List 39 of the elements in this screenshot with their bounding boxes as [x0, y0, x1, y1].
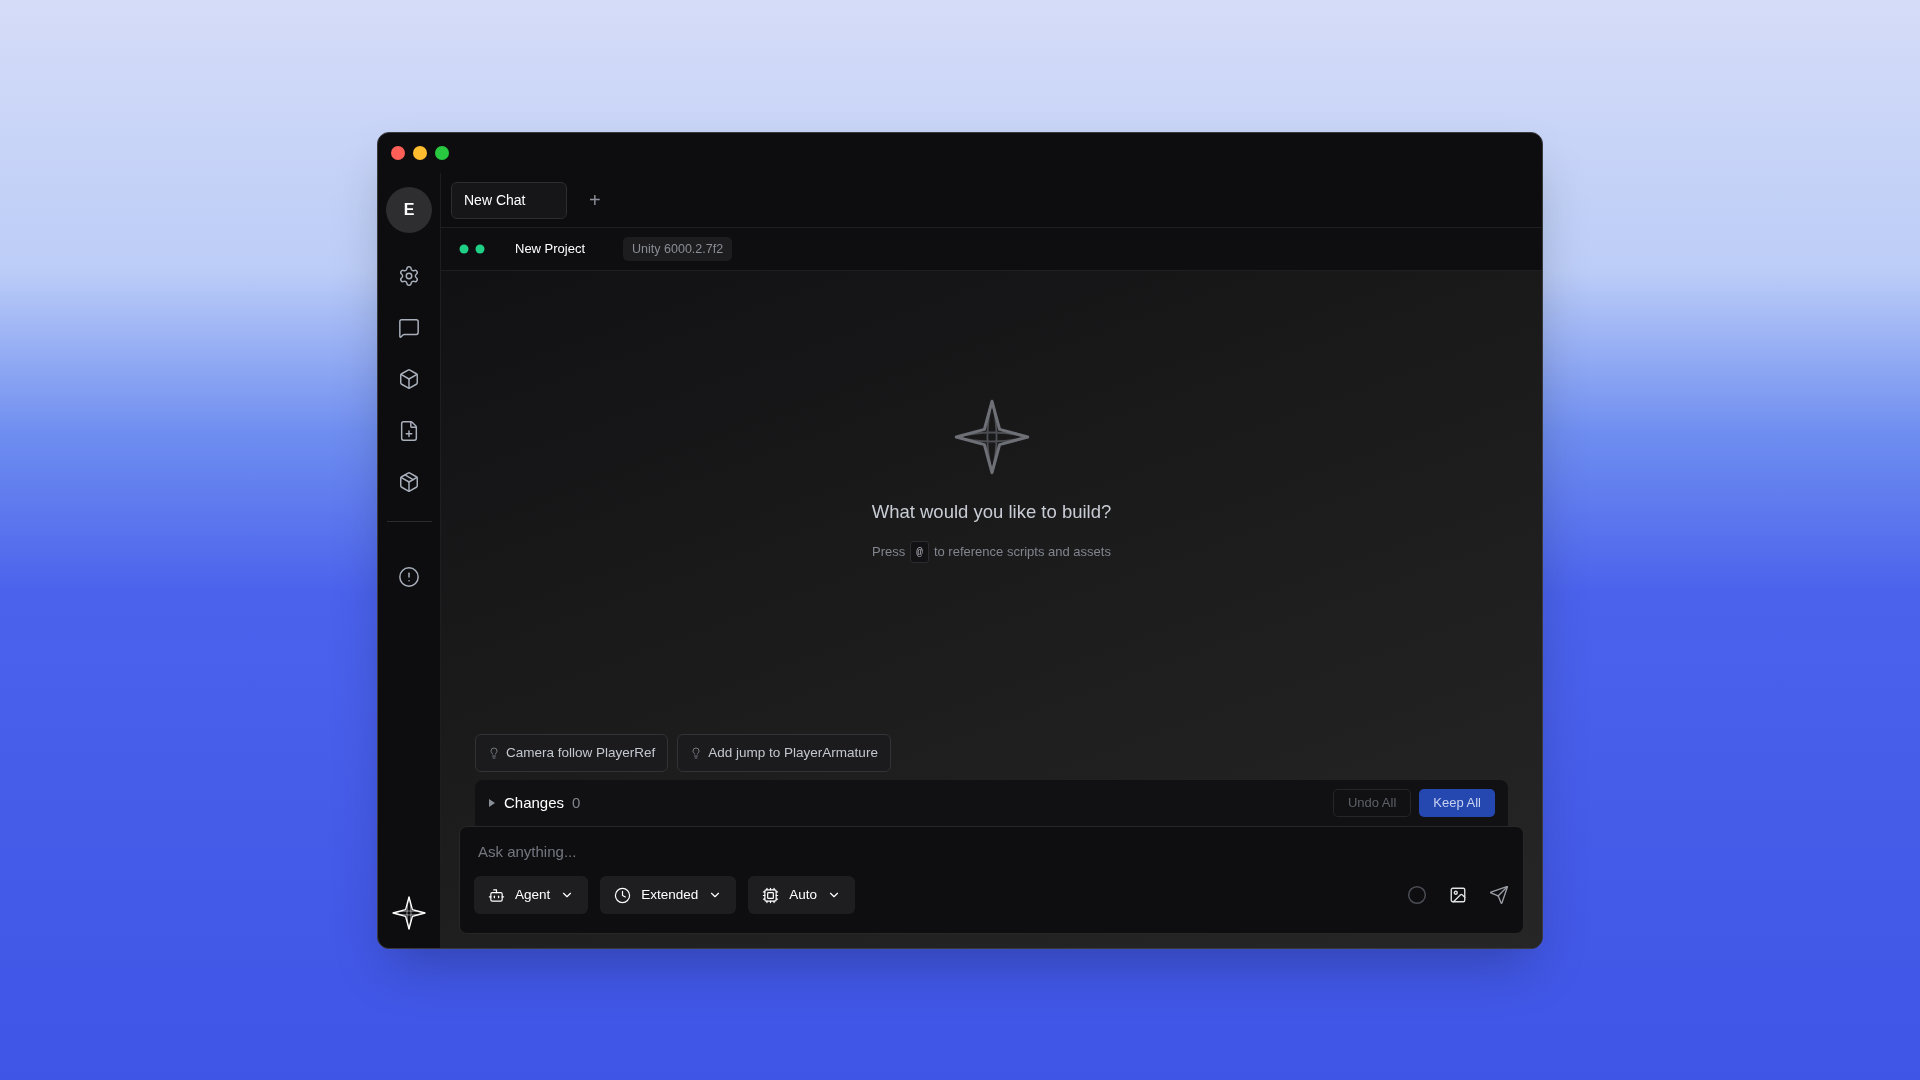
cube-icon[interactable] [398, 368, 420, 390]
keep-all-button[interactable]: Keep All [1419, 789, 1495, 817]
message-input[interactable]: Ask anything... [474, 839, 1509, 863]
hint-text: to reference scripts and assets [933, 543, 1111, 562]
zoom-button[interactable] [435, 146, 449, 160]
file-plus-icon[interactable] [398, 419, 420, 442]
status-dots-icon [459, 244, 487, 254]
package-icon[interactable] [398, 471, 420, 493]
add-tab-button[interactable]: + [583, 185, 607, 215]
lightbulb-icon [690, 747, 703, 759]
lightbulb-icon [488, 747, 500, 759]
clock-icon [614, 886, 632, 904]
chat-tab[interactable]: New Chat [451, 181, 567, 219]
version-tag: Unity 6000.2.7f2 [623, 236, 733, 262]
sparkle-logo-icon [392, 896, 426, 930]
send-icon[interactable] [1489, 885, 1509, 905]
empty-state-title: What would you like to build? [871, 500, 1112, 524]
robot-icon [488, 886, 505, 904]
settings-icon[interactable] [398, 265, 420, 287]
user-avatar[interactable]: E [386, 187, 432, 233]
suggestion-chip[interactable]: Camera follow PlayerRef [475, 734, 669, 772]
changes-count: 0 [572, 792, 581, 813]
suggestion-chip[interactable]: Add jump to PlayerArmature [677, 734, 891, 772]
changes-label: Changes [504, 792, 565, 813]
mode-dropdown[interactable]: Extended [600, 876, 737, 914]
minimize-button[interactable] [413, 146, 427, 160]
mode-dropdown[interactable]: Agent [474, 876, 589, 914]
status-circle-icon [1407, 885, 1427, 905]
chat-icon[interactable] [398, 316, 420, 339]
expand-arrow-icon[interactable] [488, 799, 496, 807]
chip-icon [762, 886, 780, 904]
at-key: @ [910, 540, 929, 564]
mode-dropdown[interactable]: Auto [748, 876, 856, 914]
close-button[interactable] [391, 146, 405, 160]
project-name: New Project [515, 240, 586, 259]
hint-text: Press [872, 543, 906, 562]
image-icon[interactable] [1449, 886, 1467, 904]
sparkle-logo-icon [953, 399, 1030, 475]
alert-icon[interactable] [398, 566, 420, 588]
